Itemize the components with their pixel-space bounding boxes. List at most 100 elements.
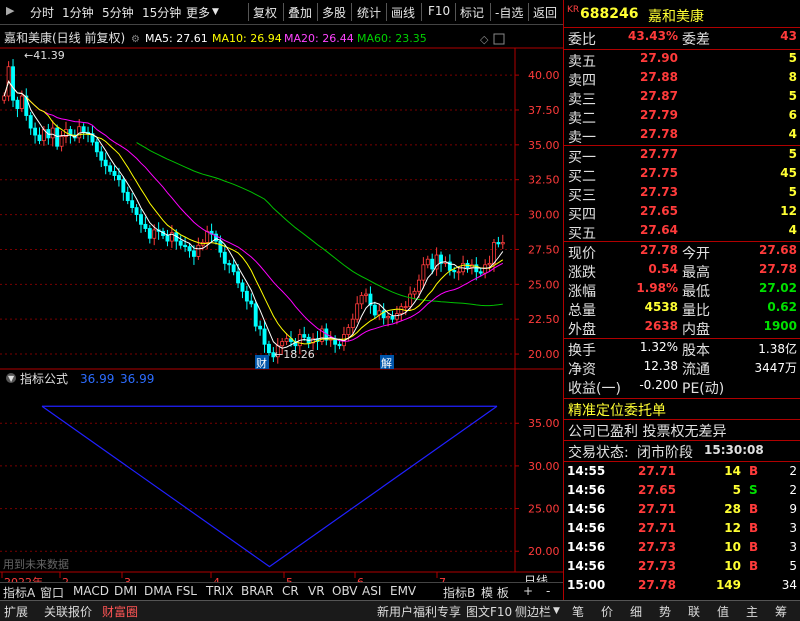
stock-header: KR 688246 嘉和美康	[564, 3, 800, 25]
indicator-title: 指标公式	[20, 371, 68, 386]
status-new-user[interactable]: 新用户福利专享	[377, 603, 461, 620]
indicator-tab[interactable]: EMV	[390, 584, 416, 598]
candle-body	[37, 134, 42, 142]
status-f10[interactable]: 图文F10	[466, 603, 512, 620]
price-tick-label: 40.00	[528, 69, 560, 82]
candle-body	[139, 214, 143, 225]
candle-body	[240, 282, 245, 292]
candle-body	[412, 290, 417, 295]
status-related-quotes[interactable]: 关联报价	[44, 603, 92, 620]
indicator-tab[interactable]: OBV	[332, 584, 358, 598]
indicator-tab[interactable]: CR	[282, 584, 299, 598]
button-huaxian[interactable]: 画线	[391, 4, 415, 21]
order-price: 27.88	[640, 70, 678, 84]
status-wealth-circle[interactable]: 财富圈	[102, 603, 138, 620]
tab-fenshi[interactable]: 分时	[30, 4, 54, 21]
indicator-tab[interactable]: 指标A	[3, 584, 35, 601]
candle-body	[77, 126, 82, 139]
kline-chart[interactable]: 40.00 37.50 35.00 32.50 30.00 27.50 25.00 22.50…	[0, 24, 563, 594]
indicator-tab[interactable]: DMA	[144, 584, 172, 598]
candle-body	[280, 341, 285, 347]
indicator-value-2: 36.99	[120, 372, 154, 386]
side-tab[interactable]: 值	[717, 603, 729, 620]
candle-body	[222, 251, 227, 264]
order-volume: 4	[788, 223, 797, 237]
trade-tick-row: 14:56 27.65 5 S 2	[567, 483, 797, 497]
sidebar-arrow-icon[interactable]: ▼	[553, 606, 560, 616]
diamond-icon[interactable]: ◇	[480, 33, 489, 46]
chart-title: 嘉和美康(日线 前复权)	[4, 30, 125, 45]
indicator-tab[interactable]: VR	[308, 584, 325, 598]
svg-text:▼: ▼	[8, 374, 15, 383]
indicator-tick-label: 25.00	[528, 503, 560, 516]
order-price: 27.87	[640, 89, 678, 103]
promo-link[interactable]: 精准定位委托单	[564, 400, 800, 419]
indicator-tab[interactable]: MACD	[73, 584, 109, 598]
candle-body	[258, 325, 263, 330]
candle-body	[266, 343, 271, 354]
candle-body	[425, 258, 430, 266]
side-tab[interactable]: 势	[659, 603, 671, 620]
button-f10[interactable]: F10	[428, 4, 450, 18]
menu-chevron-icon[interactable]: ▶	[6, 4, 14, 17]
order-price: 27.77	[640, 147, 678, 161]
quote-stat-row: 涨跌 0.54 最高 27.78	[568, 262, 797, 281]
window-restore-icon[interactable]	[493, 33, 505, 45]
side-tab[interactable]: 联	[688, 603, 700, 620]
candle-body	[284, 338, 289, 342]
indicator-tab[interactable]: 模 板	[481, 584, 509, 601]
tab-5min[interactable]: 5分钟	[102, 4, 134, 21]
indicator-tab[interactable]: BRAR	[241, 584, 274, 598]
button-biaoji[interactable]: 标记	[460, 4, 484, 21]
indicator-tab[interactable]: DMI	[114, 584, 137, 598]
side-tab[interactable]: 笔	[572, 603, 584, 620]
candle-body	[487, 262, 492, 266]
indicator-tab[interactable]: ASI	[362, 584, 381, 598]
more-dropdown-icon[interactable]: ▼	[212, 7, 219, 17]
indicator-tab[interactable]: 窗口	[40, 584, 64, 601]
trade-tick-row: 14:56 27.73 10 B 5	[567, 559, 797, 573]
settings-gear-icon[interactable]: ⚙	[131, 34, 140, 45]
price-tick-label: 35.00	[528, 139, 560, 152]
side-tab[interactable]: 价	[601, 603, 613, 620]
status-expand[interactable]: 扩展	[4, 603, 28, 620]
tab-15min[interactable]: 15分钟	[142, 4, 181, 21]
price-tick-label: 27.50	[528, 243, 560, 256]
tab-1min[interactable]: 1分钟	[62, 4, 94, 21]
tab-more[interactable]: 更多	[186, 4, 210, 21]
quote-stat-row: 净资 12.38 流通 3447万	[568, 359, 797, 378]
candle-body	[81, 126, 86, 133]
candle-body	[355, 303, 360, 320]
ma5-label: MA5: 27.61	[145, 32, 208, 45]
button-diejia[interactable]: 叠加	[288, 4, 312, 21]
order-book-row: 卖三 27.87 5	[568, 89, 797, 108]
quote-stat-row: 收益(一) -0.200 PE(动)	[568, 378, 725, 397]
order-volume: 6	[788, 108, 797, 122]
candle-body	[249, 300, 254, 305]
order-volume: 8	[788, 70, 797, 84]
market-prefix: KR	[567, 5, 580, 15]
side-tab[interactable]: 细	[630, 603, 642, 620]
indicator-tab[interactable]: -	[546, 584, 550, 598]
status-sidebar[interactable]: 侧边栏	[515, 603, 551, 620]
order-price: 27.79	[640, 108, 678, 122]
indicator-tick-label: 20.00	[528, 545, 560, 558]
button-zixuan[interactable]: -自选	[495, 4, 523, 21]
candle-body	[390, 315, 395, 320]
indicator-tab[interactable]: FSL	[176, 584, 197, 598]
button-duogu[interactable]: 多股	[322, 4, 346, 21]
indicator-tab[interactable]: TRIX	[206, 584, 233, 598]
side-tab[interactable]: 主	[746, 603, 758, 620]
candle-body	[108, 165, 113, 172]
button-back[interactable]: 返回	[533, 4, 557, 21]
indicator-tab[interactable]: +	[523, 584, 533, 598]
candle-body	[478, 271, 483, 274]
side-tab[interactable]: 筹	[775, 603, 787, 620]
candle-body	[11, 66, 15, 101]
weibi-value: 43.43%	[628, 29, 678, 43]
price-tick-label: 20.00	[528, 348, 560, 361]
button-tongji[interactable]: 统计	[357, 4, 381, 21]
weibi-row: 委比 43.43% 委差 43	[568, 29, 797, 48]
button-fuquan[interactable]: 复权	[253, 4, 277, 21]
indicator-tab[interactable]: 指标B	[443, 584, 475, 601]
